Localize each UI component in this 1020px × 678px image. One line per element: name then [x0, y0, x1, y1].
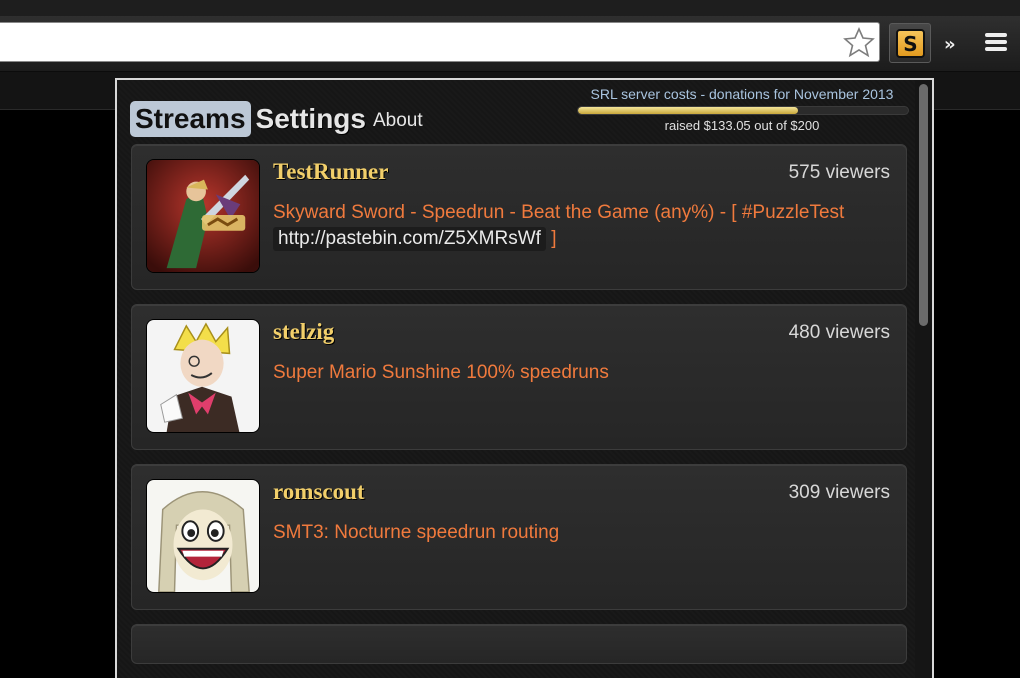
star-icon[interactable] [843, 25, 875, 59]
donation-progress-fill [578, 107, 798, 114]
stream-card[interactable]: romscout 309 viewers SMT3: Nocturne spee… [131, 464, 907, 610]
stream-card[interactable] [131, 624, 907, 664]
viewer-count: 575 viewers [788, 162, 890, 183]
stream-avatar-zelda [146, 159, 260, 273]
popup-content: Streams Settings About SRL server costs … [117, 80, 917, 678]
address-bar[interactable] [0, 22, 880, 62]
donation-progress-bar [577, 106, 909, 115]
stream-name: stelzig [273, 319, 335, 344]
browser-toolbar: S » [0, 16, 1020, 72]
stream-status: SMT3: Nocturne speedrun routing [273, 522, 560, 543]
srl-popup: Streams Settings About SRL server costs … [115, 78, 934, 678]
stream-status: Super Mario Sunshine 100% speedruns [273, 362, 609, 383]
donation-raised-text: raised $133.05 out of $200 [664, 118, 820, 133]
stream-name: romscout [273, 479, 365, 504]
stream-avatar-smile [146, 479, 260, 593]
menu-icon[interactable] [985, 33, 1007, 53]
stream-card[interactable]: stelzig 480 viewers Super Mario Sunshine… [131, 304, 907, 450]
viewer-count: 309 viewers [788, 482, 890, 503]
scrollbar-thumb[interactable] [919, 84, 928, 326]
srl-extension-icon: S [896, 29, 925, 58]
tab-about[interactable]: About [371, 110, 423, 137]
stream-card[interactable]: TestRunner 575 viewers Skyward Sword - S… [131, 144, 907, 290]
srl-extension-button[interactable]: S [889, 23, 931, 63]
stream-name: TestRunner [273, 159, 389, 184]
stream-avatar-anime [146, 319, 260, 433]
popup-scrollbar[interactable] [915, 80, 932, 678]
stream-status-text: Skyward Sword - Speedrun - Beat the Game… [273, 202, 845, 223]
browser-tab-strip [0, 0, 1020, 16]
stream-status-text-end: ] [551, 228, 557, 249]
tab-streams[interactable]: Streams [130, 101, 251, 137]
donation-panel: SRL server costs - donations for Novembe… [575, 86, 909, 133]
status-link[interactable]: http://pastebin.com/Z5XMRsWf [273, 227, 546, 251]
stream-list: TestRunner 575 viewers Skyward Sword - S… [131, 144, 907, 678]
stream-status: Skyward Sword - Speedrun - Beat the Game… [273, 200, 893, 252]
tab-settings[interactable]: Settings [251, 101, 371, 137]
popup-tabs: Streams Settings About [130, 91, 423, 137]
donation-title[interactable]: SRL server costs - donations for Novembe… [575, 86, 909, 102]
viewer-count: 480 viewers [788, 322, 890, 343]
chevron-overflow-icon[interactable]: » [944, 34, 956, 55]
